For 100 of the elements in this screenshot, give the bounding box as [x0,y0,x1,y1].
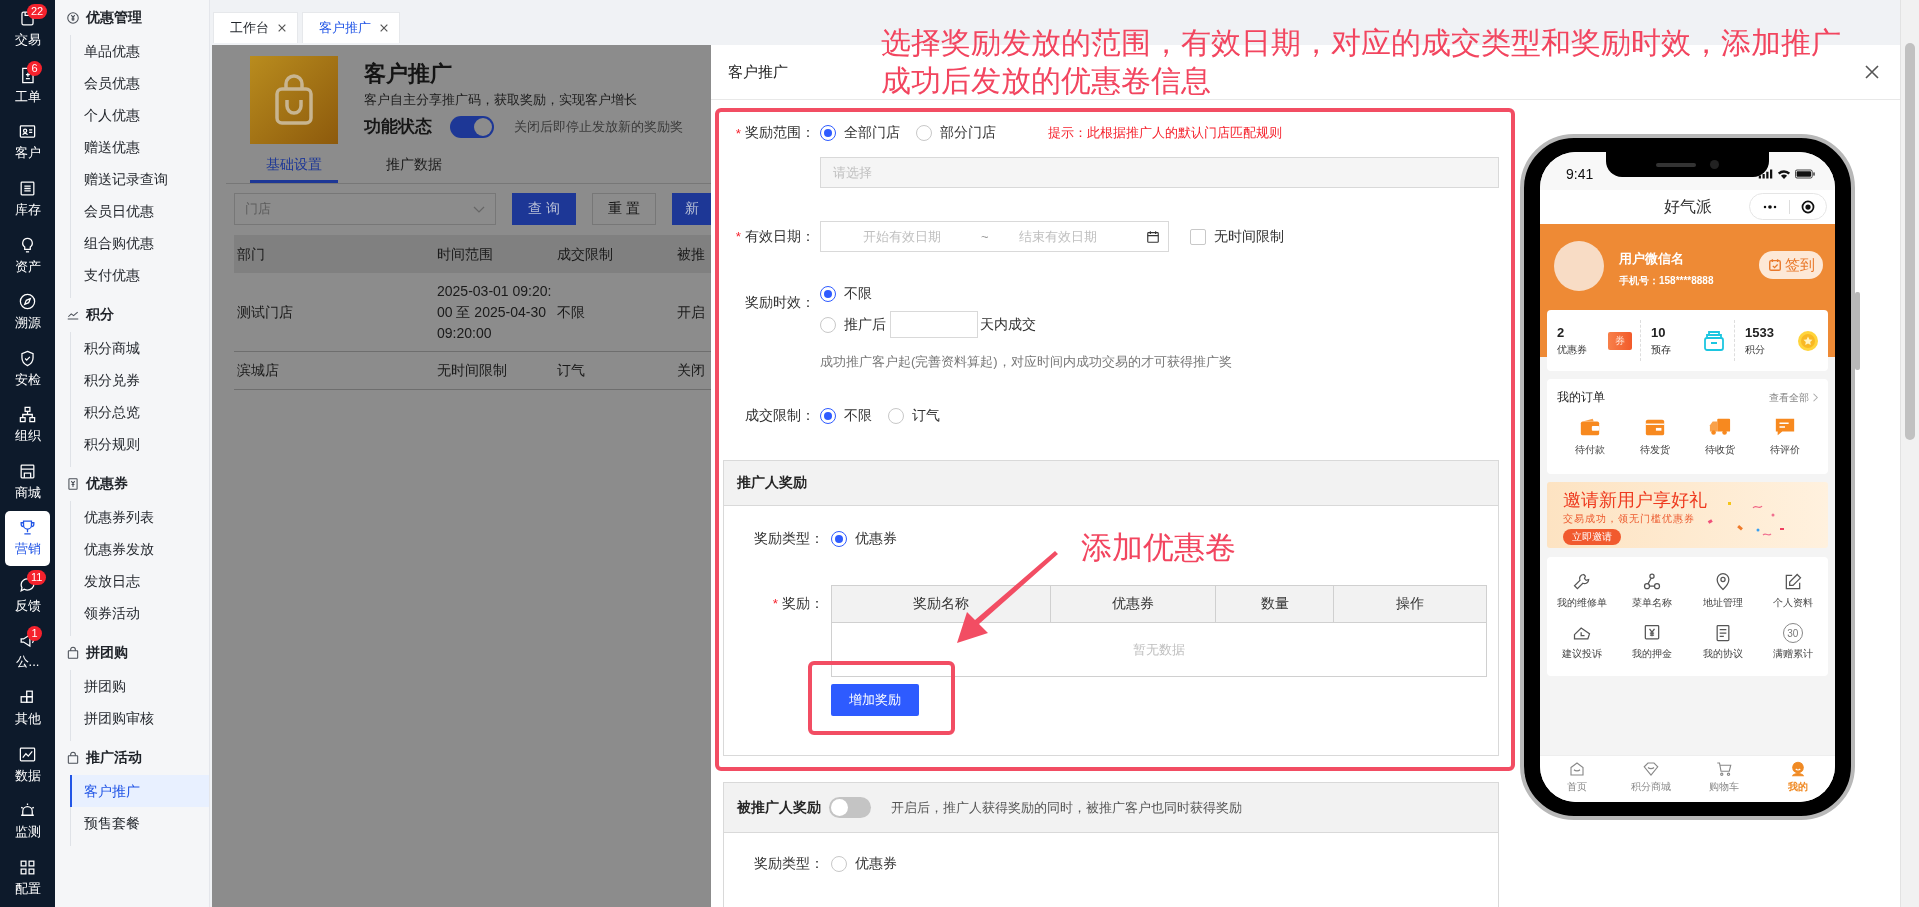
menu-item[interactable]: 会员日优惠 [71,195,209,227]
view-all-link[interactable]: 查看全部 [1769,390,1818,405]
menu-item[interactable]: 积分商城 [71,332,209,364]
menu-item[interactable]: 领券活动 [71,597,209,629]
button[interactable]: 查 询 [512,193,576,225]
radio-button[interactable]: 不限 [820,407,872,425]
radio-button[interactable]: 部分门店 [916,124,996,142]
menu-item[interactable]: 发放日志 [71,565,209,597]
banner-title: 邀请新用户享好礼 [1563,490,1708,511]
nav-item[interactable]: 客户 [5,115,50,170]
gem-icon [1641,760,1660,778]
menu-item[interactable]: 优惠券发放 [71,533,209,565]
toggle-switch[interactable] [450,115,494,138]
menu-item[interactable]: 赠送优惠 [71,131,209,163]
nav-item[interactable]: 商城 [5,454,50,510]
stat-label: 优惠券 [1557,342,1587,357]
close-icon[interactable] [1865,65,1879,79]
tab[interactable]: 推广数据 [370,148,458,183]
menu-item[interactable]: 优惠券列表 [71,501,209,533]
tab[interactable]: 客户推广 [302,12,400,43]
hierarchy-icon [18,405,37,425]
tool-label: 地址管理 [1702,595,1743,610]
tool-label: 菜单名称 [1632,595,1673,610]
record-icon[interactable] [1800,199,1815,214]
close-icon[interactable] [277,23,287,33]
checkbox[interactable]: 无时间限制 [1190,227,1284,246]
nav-item[interactable]: 数据 [5,737,50,792]
radio-button[interactable]: 优惠券 [831,855,897,873]
tab-bar-item[interactable]: 首页 [1540,756,1614,798]
column-header: 被推 [676,244,706,264]
signal-icon [1758,169,1773,179]
menu-item[interactable]: 积分规则 [71,428,209,460]
menu-item[interactable]: 积分兑券 [71,364,209,396]
table-cell-text: 不限 [556,302,586,322]
menu-item[interactable]: 组合购优惠 [71,227,209,259]
empty-state-text: 暂无数据 [1133,640,1185,659]
shopping-bag-icon [250,56,338,144]
tool-label: 满赠累计 [1772,647,1813,662]
user-name: 用户微信名 [1619,250,1685,268]
add-reward-button[interactable]: 增加奖励 [831,684,919,716]
status-hint: 关闭后即停止发放新的奖励奖 [514,117,683,136]
tab-bar-item[interactable]: 积分商城 [1613,756,1688,798]
radio-button[interactable]: 推广后 [820,315,886,334]
nav-item[interactable]: 监测 [5,793,50,849]
button[interactable]: 重 置 [592,193,656,225]
radio-button[interactable]: 全部门店 [820,124,900,142]
nav-item[interactable]: 工单 6 [5,58,50,114]
nodes-icon[interactable] [1642,571,1663,592]
nav-item[interactable]: 资产 [5,228,50,283]
page-title: 客户推广 [364,60,453,88]
status-label: 功能状态 [364,116,432,138]
nav-item[interactable]: 其他 [5,680,50,736]
wifi-icon [1777,168,1791,180]
tool-label: 建议投诉 [1562,647,1603,662]
coin-icon [1796,328,1820,353]
capsule-menu[interactable] [1749,193,1827,220]
close-icon[interactable] [379,23,389,33]
radio-button[interactable]: 订气 [888,407,940,425]
input-field[interactable] [890,311,978,338]
field-label: 奖励范围： [745,124,815,142]
tab-bar-item[interactable]: 购物车 [1687,756,1762,798]
calendar-icon [1146,229,1160,244]
table-cell-text: 测试门店 [236,302,294,322]
field-label: 奖励类型： [754,530,824,548]
nav-item[interactable]: 营销 [5,511,50,566]
required-mark: * [772,595,778,613]
tab[interactable]: 工作台 [213,12,298,43]
table-cell-text: 订气 [556,361,586,380]
radio-button[interactable]: 优惠券 [831,530,897,548]
menu-item[interactable]: 积分总览 [71,396,209,428]
nav-item[interactable]: 溯源 [5,284,50,340]
group-title: 优惠管理 [86,9,142,27]
menu-item[interactable]: 客户推广 [70,775,209,807]
menu-item[interactable]: 单品优惠 [71,35,209,67]
nav-item[interactable]: 交易 22 [5,2,50,57]
voucher-icon [66,477,80,491]
stat-value: 1533 [1745,324,1774,340]
nav-item[interactable]: 公... 1 [5,624,50,679]
column-header: 成交限制 [556,244,614,264]
nav-item[interactable]: 安检 [5,341,50,396]
column-header: 部门 [236,244,266,264]
menu-item[interactable]: 会员优惠 [71,67,209,99]
nav-item[interactable]: 库存 [5,171,50,227]
radio-button[interactable]: 不限 [820,284,872,303]
group-title: 积分 [86,306,114,324]
page-description: 客户自主分享推广码，获取奖励，实现客户增长 [364,91,638,109]
button[interactable]: 新 [672,193,711,225]
nav-item[interactable]: 反馈 11 [5,567,50,623]
menu-item[interactable]: 预售套餐 [71,807,209,839]
menu-item[interactable]: 拼团购 [71,670,209,702]
tool-label: 我的协议 [1702,647,1743,662]
menu-item[interactable]: 拼团购审核 [71,702,209,734]
menu-item[interactable]: 赠送记录查询 [71,163,209,195]
scrollbar[interactable] [1900,0,1919,907]
nav-item[interactable]: 组织 [5,397,50,453]
shield-icon [18,348,37,368]
menu-item[interactable]: 个人优惠 [71,99,209,131]
toggle-switch[interactable] [829,797,871,818]
nav-item[interactable]: 配置 [5,850,50,905]
menu-item[interactable]: 支付优惠 [71,259,209,291]
